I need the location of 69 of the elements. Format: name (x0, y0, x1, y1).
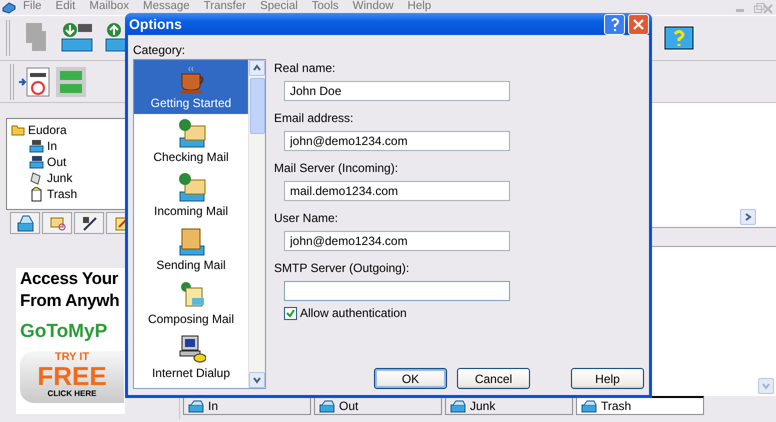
app-logo-icon (2, 1, 16, 14)
text-field[interactable]: john@demo1234.com (284, 231, 510, 251)
field-label: SMTP Server (Outgoing): (274, 261, 410, 275)
envelope-magnifier-icon (48, 214, 66, 232)
category-item[interactable]: Sending Mail (134, 222, 248, 276)
text-field[interactable]: mail.demo1234.com (284, 181, 510, 201)
help-button[interactable] (604, 14, 625, 34)
scroll-right-button[interactable] (740, 209, 756, 225)
field-label: User Name: (274, 211, 340, 225)
category-item[interactable]: Composing Mail (134, 276, 248, 330)
close-icon (633, 18, 644, 30)
text-field[interactable]: John Doe (284, 81, 510, 101)
envelope-tray-icon (176, 118, 206, 148)
dialog-button[interactable]: OK (374, 368, 447, 389)
cup-icon (176, 64, 206, 94)
text-field[interactable]: john@demo1234.com (284, 131, 510, 151)
folder-label[interactable]: Junk (47, 170, 72, 186)
chevron-right-icon (744, 213, 752, 221)
scrollbar[interactable] (248, 60, 265, 388)
ad-headline: From Anywh (20, 290, 120, 312)
category-item[interactable]: Incoming Mail (134, 168, 248, 222)
sidebar-tab[interactable] (10, 212, 40, 234)
mailbox-tab[interactable]: Trash (576, 396, 704, 415)
checkbox[interactable] (284, 306, 297, 320)
mailbox-tray-icon (450, 398, 466, 412)
chevron-up-icon (253, 64, 261, 72)
scroll-down-button[interactable] (249, 372, 265, 388)
folder-label[interactable]: Out (47, 154, 66, 170)
ad-banner[interactable]: Access Your From Anywh GoToMyP TRY IT FREE CLICK HERE (16, 268, 125, 414)
dialog-button[interactable]: Cancel (457, 368, 530, 389)
folder-icon (11, 124, 25, 136)
question-mark-icon (610, 17, 620, 31)
scroll-thumb[interactable] (250, 78, 265, 134)
folder-label[interactable]: In (47, 138, 58, 154)
close-button[interactable] (628, 14, 649, 34)
scroll-up-button[interactable] (249, 60, 265, 76)
badge-text: TRY IT (54, 350, 90, 362)
mailbox-tray-icon (319, 398, 335, 412)
badge-text: FREE (37, 362, 107, 388)
folder-label[interactable]: Eudora (28, 122, 67, 138)
chevron-down-icon (762, 382, 770, 390)
category-item[interactable]: Checking Mail (134, 114, 248, 168)
ad-headline: Access Your (20, 268, 120, 290)
try-free-badge[interactable]: TRY IT FREE CLICK HERE (20, 350, 124, 402)
checkmark-icon (286, 308, 295, 318)
help-window-icon[interactable] (664, 26, 694, 50)
outbox-tray-icon (29, 154, 44, 170)
field-label: Mail Server (Incoming): (274, 161, 400, 175)
category-item[interactable]: Internet Dialup (134, 330, 248, 384)
trash-bin-icon (29, 186, 44, 202)
envelope-tray-icon (176, 172, 206, 202)
mailbox-tray-icon (581, 399, 597, 413)
category-label: Category: (133, 43, 186, 57)
field-label: Real name: (274, 61, 336, 75)
dialog-button[interactable]: Help (571, 368, 644, 389)
badge-text: CLICK HERE (48, 388, 96, 398)
field-label: Email address: (274, 111, 354, 125)
category-item[interactable]: Getting Started (134, 60, 248, 114)
folder-label[interactable]: Trash (47, 186, 78, 202)
chevron-down-icon (253, 376, 261, 384)
sidebar-tab[interactable] (74, 212, 104, 234)
mailbox-tray-icon (188, 398, 204, 412)
dialog-title: Options (129, 14, 183, 34)
fax-document-icon[interactable] (18, 64, 52, 98)
ad-brand: GoToMyP (20, 320, 108, 344)
text-field[interactable] (284, 281, 510, 301)
checkbox-label[interactable]: Allow authentication (300, 304, 407, 322)
mailbox-tray-icon (16, 214, 34, 232)
inbox-tray-icon (29, 138, 44, 154)
